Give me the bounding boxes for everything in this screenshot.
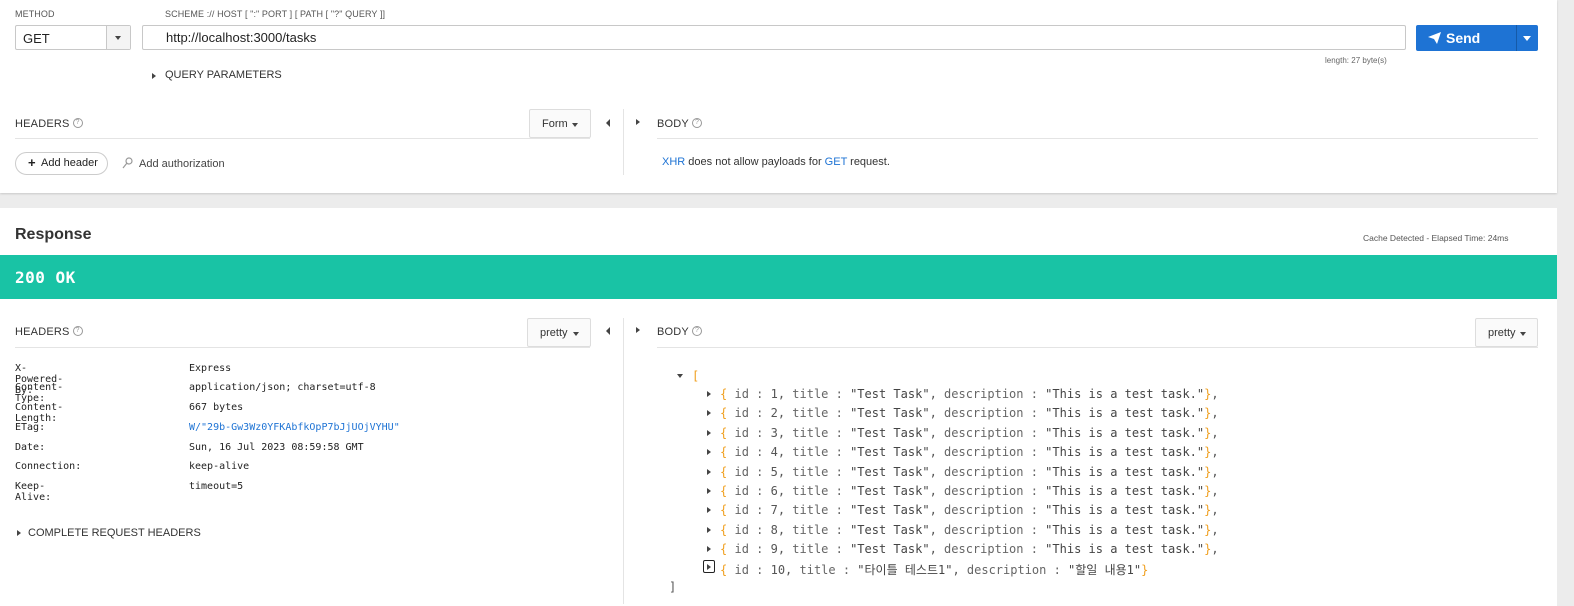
chevron-right-icon[interactable]	[707, 391, 711, 397]
chevron-left-icon	[606, 327, 610, 335]
chevron-right-icon	[636, 119, 640, 125]
response-headers-title: HEADERS?	[15, 326, 83, 338]
response-title: Response	[15, 226, 92, 243]
help-icon[interactable]: ?	[72, 118, 83, 128]
url-input[interactable]	[151, 29, 1421, 46]
send-options-button[interactable]	[1516, 25, 1538, 51]
body-message: XHR does not allow payloads for GET requ…	[662, 156, 890, 168]
request-body-title: BODY?	[657, 118, 702, 130]
chevron-right-icon	[636, 327, 640, 333]
json-close-bracket: ]	[669, 580, 677, 594]
help-icon[interactable]: ?	[691, 326, 702, 336]
divider	[657, 347, 1538, 348]
chevron-right-icon[interactable]	[707, 469, 711, 475]
divider	[15, 138, 590, 139]
get-link[interactable]: GET	[825, 156, 847, 168]
chevron-down-icon	[572, 123, 578, 127]
divider	[623, 318, 624, 604]
method-select[interactable]: GET	[15, 25, 131, 50]
collapse-left-button[interactable]	[604, 326, 614, 336]
expand-right-button[interactable]	[633, 118, 643, 128]
url-field[interactable]	[142, 25, 1421, 50]
expand-right-button[interactable]	[633, 326, 643, 336]
add-header-label: Add header	[41, 157, 98, 169]
divider	[657, 138, 1538, 139]
body-message-end: request.	[850, 156, 890, 168]
etag-link[interactable]: W/"29b-Gw3Wz0YFKAbfkOpP7bJjUOjVYHU"	[189, 422, 400, 433]
add-authorization-label: Add authorization	[139, 158, 225, 170]
divider	[15, 347, 590, 348]
divider	[623, 109, 624, 175]
header-value: application/json; charset=utf-8	[189, 382, 376, 393]
chevron-right-icon[interactable]	[707, 430, 711, 436]
method-dropdown-toggle[interactable]	[106, 26, 130, 49]
header-name: Content-Type:	[15, 382, 64, 404]
response-body-title: BODY?	[657, 326, 702, 338]
chevron-right-icon[interactable]	[707, 507, 711, 513]
chevron-left-icon	[606, 119, 610, 127]
send-button[interactable]: Send	[1416, 25, 1516, 51]
chevron-right-icon	[152, 73, 156, 79]
chevron-down-icon	[1520, 332, 1526, 336]
header-value: keep-alive	[189, 461, 250, 472]
focused-expander[interactable]	[703, 560, 715, 573]
cache-info: Cache Detected - Elapsed Time: 24ms	[1363, 233, 1509, 243]
chevron-down-icon	[1523, 36, 1531, 41]
scheme-label: SCHEME :// HOST [ ":" PORT ] [ PATH [ "?…	[165, 9, 386, 19]
header-value: 667 bytes	[189, 402, 244, 413]
request-headers-mode-dropdown[interactable]: Form	[529, 109, 591, 138]
response-headers-mode-dropdown[interactable]: pretty	[527, 318, 591, 347]
status-text: 200 OK	[15, 268, 76, 287]
header-name: Date:	[15, 442, 46, 453]
paper-plane-icon	[1428, 32, 1441, 44]
query-parameters-label: QUERY PARAMETERS	[165, 69, 282, 81]
header-name: Content-Length:	[15, 402, 64, 424]
chevron-right-icon[interactable]	[707, 546, 711, 552]
header-value: Sun, 16 Jul 2023 08:59:58 GMT	[189, 442, 364, 453]
header-value: timeout=5	[189, 481, 244, 492]
chevron-right-icon[interactable]	[707, 410, 711, 416]
help-icon[interactable]: ?	[72, 326, 83, 336]
url-length: length: 27 byte(s)	[1325, 56, 1387, 65]
header-value: Express	[189, 363, 232, 374]
plus-icon: +	[28, 155, 36, 170]
chevron-right-icon[interactable]	[707, 488, 711, 494]
key-icon	[122, 157, 133, 169]
header-name: Connection:	[15, 461, 82, 472]
status-bar: 200 OK	[0, 255, 1557, 299]
headers-mode-label: pretty	[540, 327, 568, 339]
help-icon[interactable]: ?	[691, 118, 702, 128]
header-name: Keep-Alive:	[15, 481, 52, 503]
add-header-button[interactable]: + Add header	[15, 152, 108, 175]
json-open-bracket: [	[692, 369, 700, 383]
request-headers-title: HEADERS?	[15, 118, 83, 130]
method-label: METHOD	[15, 9, 55, 19]
method-value: GET	[23, 31, 50, 46]
chevron-down-icon	[573, 332, 579, 336]
chevron-right-icon	[17, 530, 21, 536]
body-mode-label: pretty	[1488, 327, 1516, 339]
body-message-text: does not allow payloads for	[688, 156, 822, 168]
xhr-link[interactable]: XHR	[662, 156, 685, 168]
response-body-mode-dropdown[interactable]: pretty	[1475, 318, 1538, 347]
header-name: ETag:	[15, 422, 46, 433]
chevron-right-icon[interactable]	[707, 449, 711, 455]
chevron-right-icon[interactable]	[707, 527, 711, 533]
collapse-left-button[interactable]	[604, 118, 614, 128]
headers-mode-label: Form	[542, 118, 568, 130]
chevron-down-icon	[677, 374, 683, 378]
complete-request-headers-label: COMPLETE REQUEST HEADERS	[28, 527, 201, 539]
chevron-right-icon	[707, 563, 711, 570]
chevron-down-icon	[115, 36, 121, 40]
send-label: Send	[1446, 30, 1481, 46]
